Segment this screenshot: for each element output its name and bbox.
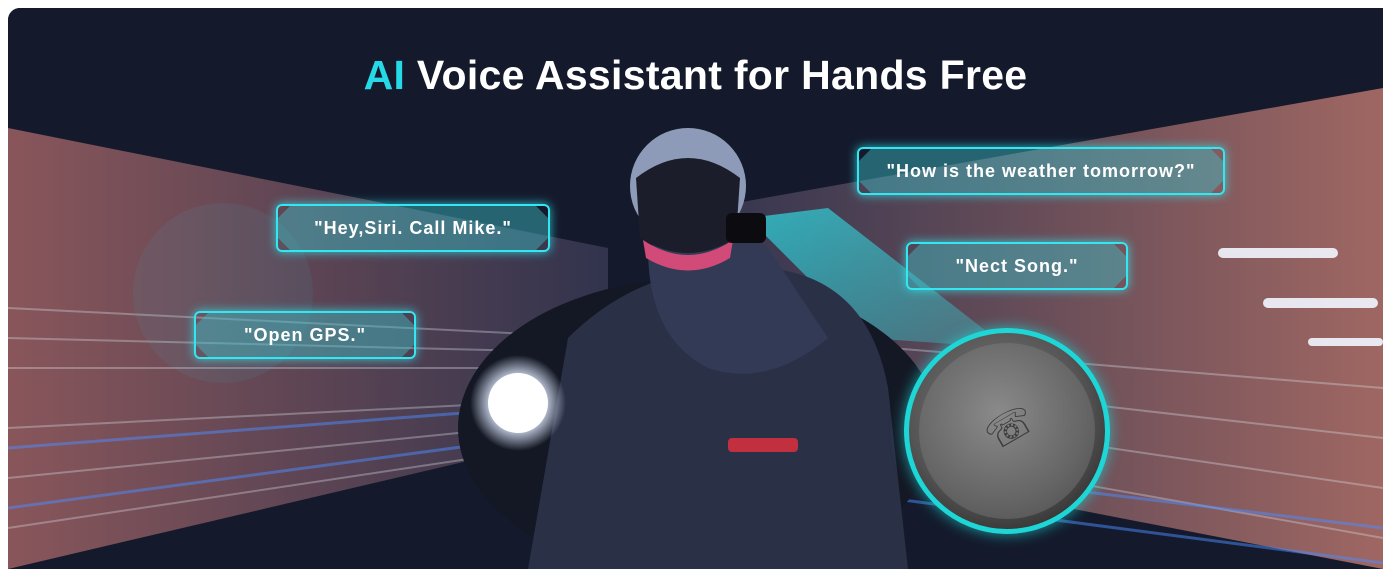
title-rest: Voice Assistant for Hands Free xyxy=(405,52,1028,98)
bubble-song: "Nect Song." xyxy=(908,244,1126,288)
intercom-device: ☏ xyxy=(904,328,1110,534)
bubble-siri: "Hey,Siri. Call Mike." xyxy=(278,206,548,250)
hero-banner: AI Voice Assistant for Hands Free "How i… xyxy=(8,8,1383,569)
bubble-gps: "Open GPS." xyxy=(196,313,414,357)
title-accent: AI xyxy=(363,52,406,98)
bubble-weather: "How is the weather tomorrow?" xyxy=(859,149,1223,193)
device-face: ☏ xyxy=(919,343,1095,519)
phone-icon: ☏ xyxy=(977,396,1043,460)
page-title: AI Voice Assistant for Hands Free xyxy=(8,52,1383,99)
